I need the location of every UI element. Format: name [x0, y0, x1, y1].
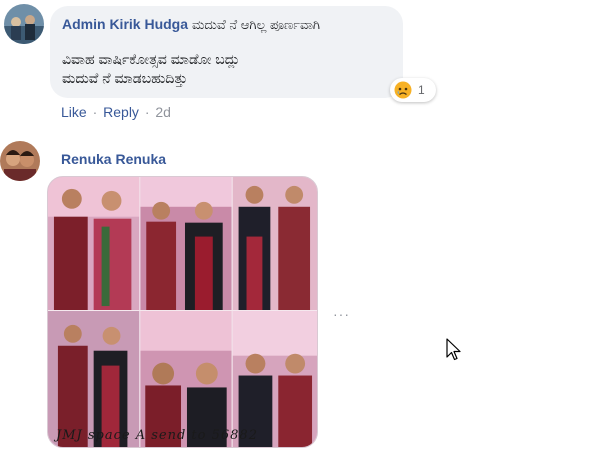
reply-link[interactable]: Reply: [103, 104, 139, 120]
comment-author-name[interactable]: Admin Kirik Hudga: [62, 16, 188, 32]
separator-dot: ·: [144, 104, 150, 120]
reaction-count: 1: [418, 83, 425, 97]
more-options-icon[interactable]: ···: [333, 306, 350, 322]
comment-author-name[interactable]: Renuka Renuka: [61, 151, 166, 167]
like-link[interactable]: Like: [61, 104, 87, 120]
photo-watermark: JMJ space A send to 56882: [56, 428, 258, 443]
comment-photo[interactable]: JMJ space A send to 56882: [47, 176, 318, 448]
avatar-image: [4, 4, 44, 44]
comment-timestamp[interactable]: 2d: [155, 104, 171, 120]
sad-reaction-icon: [394, 81, 412, 99]
comment-actions: Like · Reply · 2d: [61, 104, 171, 120]
mouse-cursor-icon: [446, 338, 461, 361]
reaction-summary[interactable]: 1: [390, 78, 436, 102]
comment-body: ವಿವಾಹ ವಾರ್ಷಿಕೋತ್ಸವ ಮಾಡೋ ಬದ್ಲು ಮದುವೆ ನೆ ಮ…: [62, 50, 389, 88]
commenter-avatar[interactable]: [0, 141, 40, 181]
separator-dot: ·: [92, 104, 98, 120]
commenter-avatar[interactable]: [4, 4, 44, 44]
comment-bubble: Admin Kirik Hudga ಮದುವೆ ನೆ ಆಗಿಲ್ಲ ಪೂರ್ಣವಾ…: [50, 6, 403, 98]
comment-header: Admin Kirik Hudga ಮದುವೆ ನೆ ಆಗಿಲ್ಲ ಪೂರ್ಣವಾ…: [62, 16, 389, 34]
avatar-image: [0, 141, 40, 181]
comment-line: ವಿವಾಹ ವಾರ್ಷಿಕೋತ್ಸವ ಮಾಡೋ ಬದ್ಲು: [62, 51, 240, 67]
comment-line: ಮದುವೆ ನೆ ಮಾಡಬಹುದಿತ್ತು: [62, 70, 188, 86]
comment-inline-text: ಮದುವೆ ನೆ ಆಗಿಲ್ಲ ಪೂರ್ಣವಾಗಿ: [192, 17, 321, 32]
photo-collage-image: [48, 177, 317, 447]
